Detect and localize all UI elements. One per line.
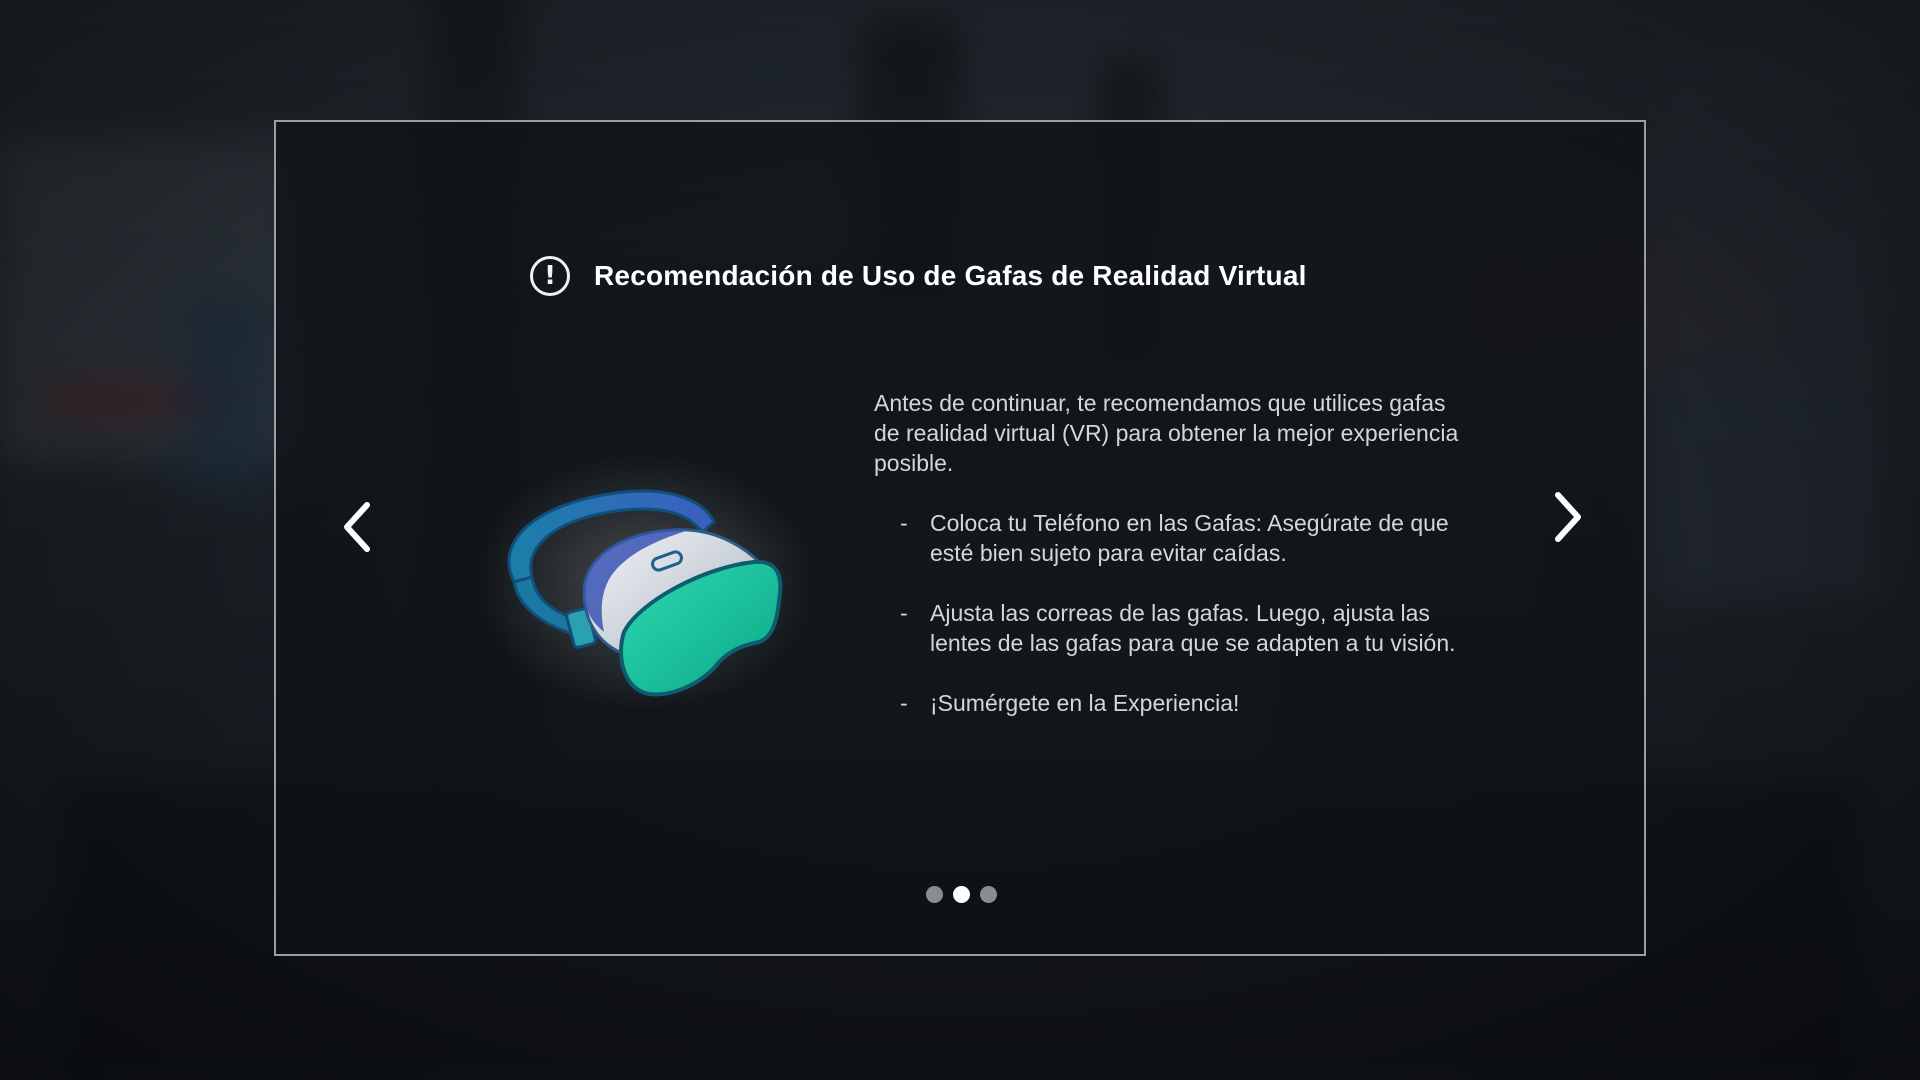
bullet-dash: - — [900, 600, 908, 626]
pager-dot-2[interactable] — [953, 886, 970, 903]
instruction-list: - Coloca tu Teléfono en las Gafas: Asegú… — [874, 508, 1474, 718]
modal-header: ! Recomendación de Uso de Gafas de Reali… — [530, 256, 1307, 296]
previous-slide-button[interactable] — [326, 492, 386, 562]
list-item-text: Ajusta las correas de las gafas. Luego, … — [930, 600, 1456, 656]
bullet-dash: - — [900, 690, 908, 716]
modal-title: Recomendación de Uso de Gafas de Realida… — [594, 260, 1307, 291]
list-item-text: ¡Sumérgete en la Experiencia! — [930, 690, 1240, 716]
app-screen: ! Recomendación de Uso de Gafas de Reali… — [0, 0, 1920, 1080]
vr-recommendation-modal: ! Recomendación de Uso de Gafas de Reali… — [274, 120, 1646, 956]
chevron-right-icon — [1555, 492, 1581, 542]
instructions: Antes de continuar, te recomendamos que … — [874, 388, 1474, 748]
pager-dot-1[interactable] — [926, 886, 943, 903]
exclamation-circle-icon: ! — [530, 256, 570, 296]
next-slide-button[interactable] — [1539, 482, 1599, 552]
intro-paragraph: Antes de continuar, te recomendamos que … — [874, 390, 1459, 476]
pager-dot-3[interactable] — [980, 886, 997, 903]
bullet-dash: - — [900, 510, 908, 536]
list-item-text: Coloca tu Teléfono en las Gafas: Asegúra… — [930, 510, 1449, 566]
list-item: - Coloca tu Teléfono en las Gafas: Asegú… — [874, 508, 1474, 568]
vr-headset-illustration — [474, 452, 814, 712]
slide-pager — [926, 886, 997, 903]
list-item: - ¡Sumérgete en la Experiencia! — [874, 688, 1474, 718]
list-item: - Ajusta las correas de las gafas. Luego… — [874, 598, 1474, 658]
chevron-left-icon — [344, 502, 370, 552]
